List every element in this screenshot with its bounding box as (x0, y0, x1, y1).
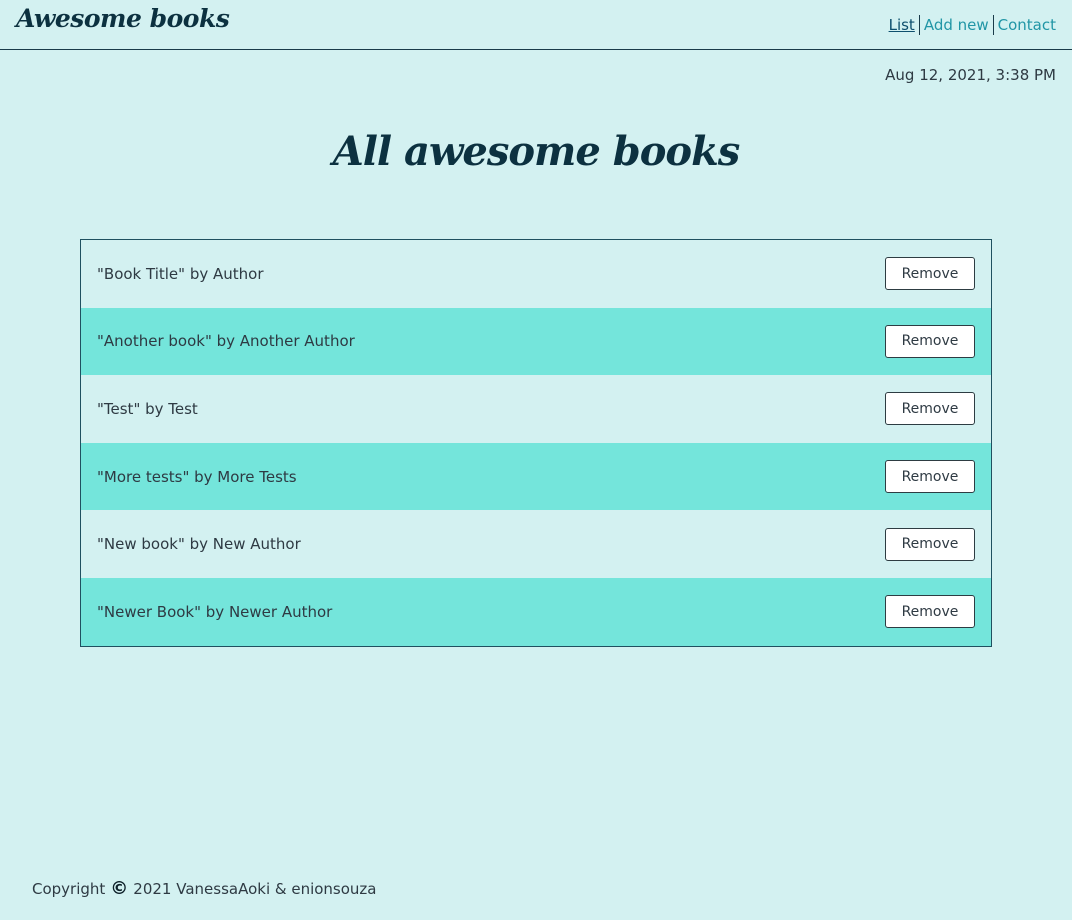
copyright-prefix: Copyright (32, 880, 106, 898)
nav-link-list[interactable]: List (885, 14, 919, 36)
main-nav: List Add new Contact (885, 14, 1056, 36)
book-row: "Test" by Test Remove (81, 375, 991, 443)
book-row: "More tests" by More Tests Remove (81, 442, 991, 511)
copyright-text: 2021 VanessaAoki & enionsouza (133, 880, 377, 898)
remove-button[interactable]: Remove (885, 460, 975, 494)
page-title: All awesome books (332, 128, 741, 175)
copyright-icon: © (110, 878, 129, 899)
book-entry: "Newer Book" by Newer Author (97, 602, 333, 621)
remove-button[interactable]: Remove (885, 324, 975, 358)
remove-button[interactable]: Remove (885, 595, 975, 629)
book-list: "Book Title" by Author Remove "Another b… (80, 239, 992, 647)
book-row: "Newer Book" by Newer Author Remove (81, 577, 991, 646)
book-entry: "Test" by Test (97, 399, 198, 418)
book-entry: "More tests" by More Tests (97, 467, 297, 486)
book-entry: "Another book" by Another Author (97, 332, 355, 351)
remove-button[interactable]: Remove (885, 527, 975, 561)
site-footer: Copyright © 2021 VanessaAoki & enionsouz… (32, 879, 377, 899)
nav-link-contact[interactable]: Contact (994, 14, 1056, 36)
current-date: Aug 12, 2021, 3:38 PM (885, 66, 1056, 84)
book-entry: "New book" by New Author (97, 535, 301, 554)
remove-button[interactable]: Remove (885, 257, 975, 291)
remove-button[interactable]: Remove (885, 392, 975, 426)
book-row: "Another book" by Another Author Remove (81, 307, 991, 376)
site-header: Awesome books List Add new Contact (0, 0, 1072, 50)
book-row: "New book" by New Author Remove (81, 510, 991, 578)
book-row: "Book Title" by Author Remove (81, 240, 991, 308)
nav-link-add-new[interactable]: Add new (920, 14, 993, 36)
site-logo: Awesome books (16, 4, 230, 33)
book-entry: "Book Title" by Author (97, 264, 264, 283)
